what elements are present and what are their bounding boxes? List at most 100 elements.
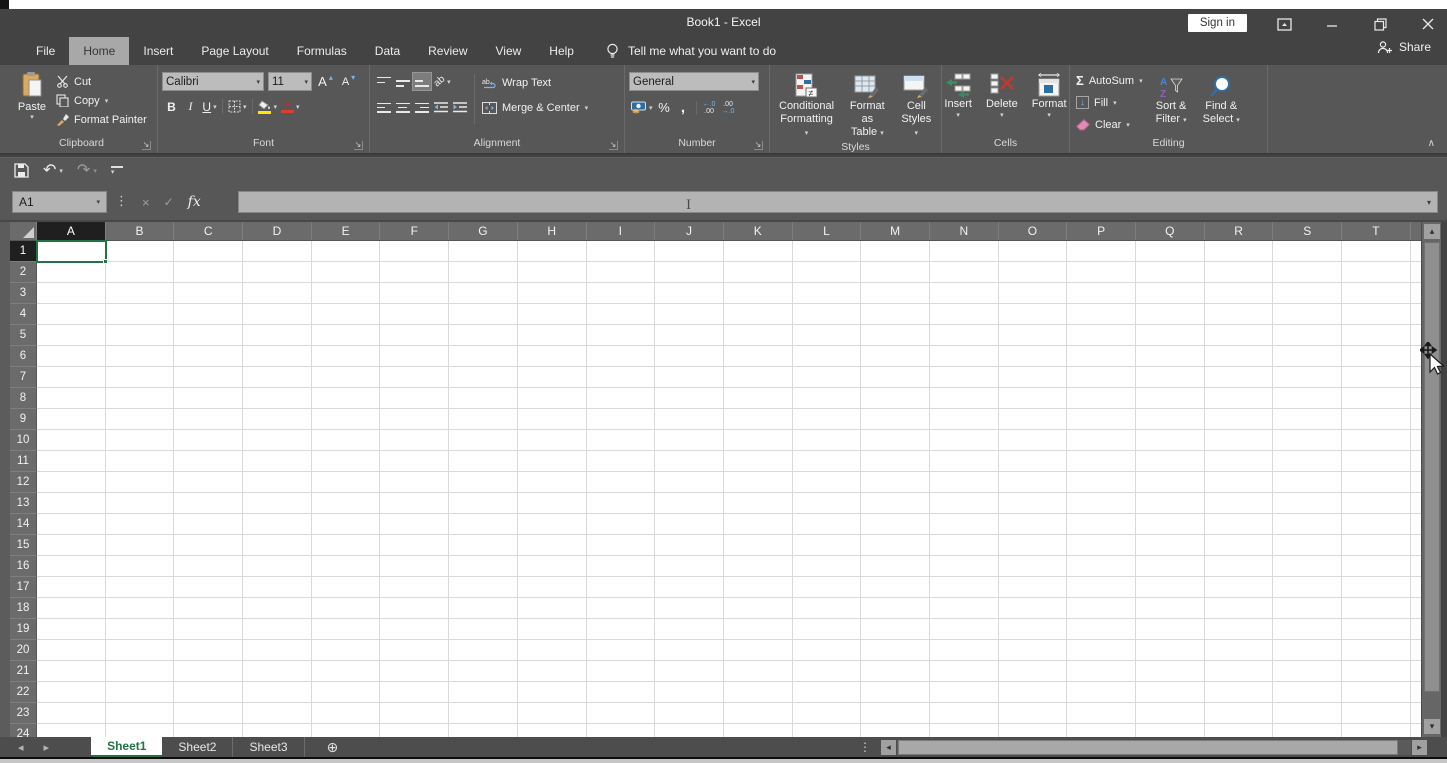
cell-O17[interactable] (999, 577, 1068, 598)
horizontal-scroll-track[interactable] (897, 740, 1411, 755)
cell-S7[interactable] (1273, 367, 1342, 388)
bold-button[interactable]: B (162, 97, 181, 116)
cell-M6[interactable] (861, 346, 930, 367)
cell-D19[interactable] (243, 619, 312, 640)
cell-G12[interactable] (449, 472, 518, 493)
cell-S18[interactable] (1273, 598, 1342, 619)
cell-S15[interactable] (1273, 535, 1342, 556)
collapse-ribbon-button[interactable]: ∧ (1428, 138, 1435, 149)
cell-O6[interactable] (999, 346, 1068, 367)
cell-E11[interactable] (312, 451, 381, 472)
cell-S17[interactable] (1273, 577, 1342, 598)
cell-A18[interactable] (37, 598, 106, 619)
cell-T19[interactable] (1342, 619, 1411, 640)
cell-P2[interactable] (1067, 262, 1136, 283)
cell-C10[interactable] (174, 430, 243, 451)
cell-Q1[interactable] (1136, 241, 1205, 262)
row-header-16[interactable]: 16 (10, 556, 37, 577)
row-header-4[interactable]: 4 (10, 304, 37, 325)
cell-P4[interactable] (1067, 304, 1136, 325)
cell-M9[interactable] (861, 409, 930, 430)
column-header-J[interactable]: J (655, 222, 724, 240)
cell-S24[interactable] (1273, 724, 1342, 737)
cell-F23[interactable] (380, 703, 449, 724)
cell-R4[interactable] (1205, 304, 1274, 325)
cell-O12[interactable] (999, 472, 1068, 493)
cell-S23[interactable] (1273, 703, 1342, 724)
cell-O10[interactable] (999, 430, 1068, 451)
cell-N11[interactable] (930, 451, 999, 472)
cell-A5[interactable] (37, 325, 106, 346)
cell-A10[interactable] (37, 430, 106, 451)
align-left-button[interactable] (374, 98, 393, 117)
cell-T14[interactable] (1342, 514, 1411, 535)
grow-font-button[interactable]: A▴ (316, 72, 335, 91)
cell-E2[interactable] (312, 262, 381, 283)
cell-I1[interactable] (587, 241, 656, 262)
cell-F10[interactable] (380, 430, 449, 451)
cell-G19[interactable] (449, 619, 518, 640)
cell-J5[interactable] (655, 325, 724, 346)
cell-S8[interactable] (1273, 388, 1342, 409)
cell-L23[interactable] (793, 703, 862, 724)
column-header-H[interactable]: H (518, 222, 587, 240)
cell-I14[interactable] (587, 514, 656, 535)
previous-sheet-icon[interactable]: ◂ (18, 741, 24, 754)
cell-K23[interactable] (724, 703, 793, 724)
cell-B11[interactable] (106, 451, 175, 472)
cell-E13[interactable] (312, 493, 381, 514)
delete-cells-button[interactable]: Delete ▾ (981, 69, 1023, 136)
cell-K17[interactable] (724, 577, 793, 598)
cell-A14[interactable] (37, 514, 106, 535)
column-header-T[interactable]: T (1342, 222, 1411, 240)
cell-D21[interactable] (243, 661, 312, 682)
cell-E18[interactable] (312, 598, 381, 619)
cell-P14[interactable] (1067, 514, 1136, 535)
cell-N12[interactable] (930, 472, 999, 493)
cell-M18[interactable] (861, 598, 930, 619)
cell-J17[interactable] (655, 577, 724, 598)
cell-P6[interactable] (1067, 346, 1136, 367)
cell-J18[interactable] (655, 598, 724, 619)
cell-F22[interactable] (380, 682, 449, 703)
cell-Q8[interactable] (1136, 388, 1205, 409)
cell-M8[interactable] (861, 388, 930, 409)
cell-B20[interactable] (106, 640, 175, 661)
row-header-9[interactable]: 9 (10, 409, 37, 430)
horizontal-scrollbar[interactable]: ⋮ ◂ ▸ (859, 739, 1427, 755)
scroll-right-button[interactable]: ▸ (1412, 740, 1427, 755)
cell-K20[interactable] (724, 640, 793, 661)
clipboard-dialog-launcher[interactable]: ↘ (142, 141, 151, 150)
cell-O15[interactable] (999, 535, 1068, 556)
cell-O3[interactable] (999, 283, 1068, 304)
cell-O16[interactable] (999, 556, 1068, 577)
cell-C5[interactable] (174, 325, 243, 346)
format-painter-button[interactable]: Format Painter (54, 110, 149, 129)
cell-B2[interactable] (106, 262, 175, 283)
cell-P1[interactable] (1067, 241, 1136, 262)
cell-E22[interactable] (312, 682, 381, 703)
cell-T18[interactable] (1342, 598, 1411, 619)
cell-O19[interactable] (999, 619, 1068, 640)
cell-D17[interactable] (243, 577, 312, 598)
cell-N6[interactable] (930, 346, 999, 367)
cell-P13[interactable] (1067, 493, 1136, 514)
percent-style-button[interactable]: % (655, 98, 674, 117)
cell-P11[interactable] (1067, 451, 1136, 472)
cell-G24[interactable] (449, 724, 518, 737)
cell-H9[interactable] (518, 409, 587, 430)
cell-styles-button[interactable]: Cell Styles ▾ (896, 69, 937, 140)
cell-M14[interactable] (861, 514, 930, 535)
cell-C19[interactable] (174, 619, 243, 640)
format-as-table-button[interactable]: Format as Table ▾ (841, 69, 894, 140)
cell-B19[interactable] (106, 619, 175, 640)
cell-R23[interactable] (1205, 703, 1274, 724)
fill-button[interactable]: ↓ Fill▾ (1074, 93, 1145, 112)
cell-N7[interactable] (930, 367, 999, 388)
cell-Q24[interactable] (1136, 724, 1205, 737)
column-header-G[interactable]: G (449, 222, 518, 240)
cell-G1[interactable] (449, 241, 518, 262)
cell-Q12[interactable] (1136, 472, 1205, 493)
cell-B12[interactable] (106, 472, 175, 493)
cell-R1[interactable] (1205, 241, 1274, 262)
